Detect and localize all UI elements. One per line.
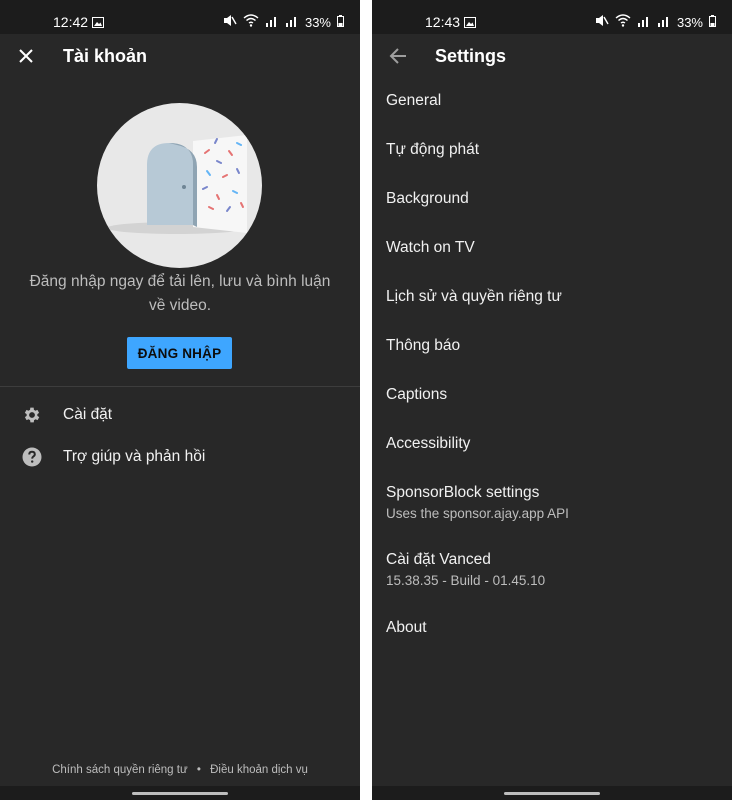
status-icons: 33% <box>223 14 344 30</box>
gear-icon <box>21 404 43 426</box>
setting-autoplay[interactable]: Tự động phát <box>386 141 732 159</box>
divider <box>0 386 360 387</box>
setting-title: Cài đặt Vanced <box>386 551 491 568</box>
home-indicator[interactable] <box>132 792 228 795</box>
signal-icon <box>637 15 651 30</box>
gallery-icon <box>464 15 476 31</box>
status-bar: 12:42 33% <box>0 0 360 34</box>
setting-vanced[interactable]: Cài đặt Vanced 15.38.35 - Build - 01.45.… <box>386 551 732 588</box>
setting-sponsorblock[interactable]: SponsorBlock settings Uses the sponsor.a… <box>386 484 732 521</box>
app-bar: Tài khoản <box>0 34 360 78</box>
setting-title: Captions <box>386 386 448 403</box>
menu-item-help-feedback[interactable]: Trợ giúp và phản hồi <box>0 439 360 475</box>
home-indicator[interactable] <box>504 792 600 795</box>
status-time: 12:42 <box>53 14 89 30</box>
signal-icon-2 <box>657 15 671 30</box>
page-title: Settings <box>435 46 507 66</box>
setting-subtitle: 15.38.35 - Build - 01.45.10 <box>386 573 546 588</box>
setting-about[interactable]: About <box>386 619 732 637</box>
back-arrow-icon[interactable] <box>386 44 410 68</box>
setting-captions[interactable]: Captions <box>386 386 732 404</box>
footer-separator: • <box>196 764 201 776</box>
setting-title: Lịch sử và quyền riêng tư <box>386 288 562 305</box>
setting-accessibility[interactable]: Accessibility <box>386 435 732 453</box>
setting-title: Tự động phát <box>386 141 480 158</box>
setting-title: Thông báo <box>386 337 461 354</box>
setting-title: General <box>386 92 442 109</box>
sign-in-message: Đăng nhập ngay để tải lên, lưu và bình l… <box>29 273 331 314</box>
gallery-icon <box>92 15 104 31</box>
setting-title: Watch on TV <box>386 239 475 256</box>
status-icons: 33% <box>595 14 716 30</box>
menu-item-settings[interactable]: Cài đặt <box>0 397 360 433</box>
page-title: Tài khoản <box>63 46 148 66</box>
terms-of-service-link[interactable]: Điều khoản dịch vụ <box>210 764 308 776</box>
status-bar: 12:43 33% <box>372 0 732 34</box>
wifi-icon <box>615 14 631 30</box>
signal-icon-2 <box>285 15 299 30</box>
menu-item-label: Trợ giúp và phản hồi <box>63 448 206 465</box>
setting-title: Background <box>386 190 469 207</box>
battery-percent: 33% <box>304 14 331 30</box>
battery-icon <box>337 14 344 30</box>
help-icon <box>21 446 43 468</box>
footer-links: Chính sách quyền riêng tư • Điều khoản d… <box>0 764 360 776</box>
setting-general[interactable]: General <box>386 92 732 110</box>
mute-icon <box>595 14 609 30</box>
setting-title: Accessibility <box>386 435 471 452</box>
app-bar: Settings <box>372 34 732 78</box>
battery-percent: 33% <box>676 14 703 30</box>
setting-title: About <box>386 619 427 636</box>
setting-notifications[interactable]: Thông báo <box>386 337 732 355</box>
setting-watch-on-tv[interactable]: Watch on TV <box>386 239 732 257</box>
battery-icon <box>709 14 716 30</box>
menu-item-label: Cài đặt <box>63 406 113 423</box>
setting-title: SponsorBlock settings <box>386 484 540 501</box>
sign-in-illustration <box>97 103 262 268</box>
status-time: 12:43 <box>425 14 461 30</box>
mute-icon <box>223 14 237 30</box>
setting-subtitle: Uses the sponsor.ajay.app API <box>386 506 569 521</box>
setting-history-privacy[interactable]: Lịch sử và quyền riêng tư <box>386 288 732 306</box>
signal-icon <box>265 15 279 30</box>
account-screen: 12:42 33% Tài khoản Đăng nhập ngay để tả… <box>0 0 360 800</box>
close-icon[interactable] <box>14 44 38 68</box>
settings-screen: 12:43 33% Settings General Tự động phát … <box>372 0 732 800</box>
wifi-icon <box>243 14 259 30</box>
setting-background[interactable]: Background <box>386 190 732 208</box>
sign-in-button[interactable]: ĐĂNG NHẬP <box>127 337 232 369</box>
privacy-policy-link[interactable]: Chính sách quyền riêng tư <box>52 764 188 776</box>
